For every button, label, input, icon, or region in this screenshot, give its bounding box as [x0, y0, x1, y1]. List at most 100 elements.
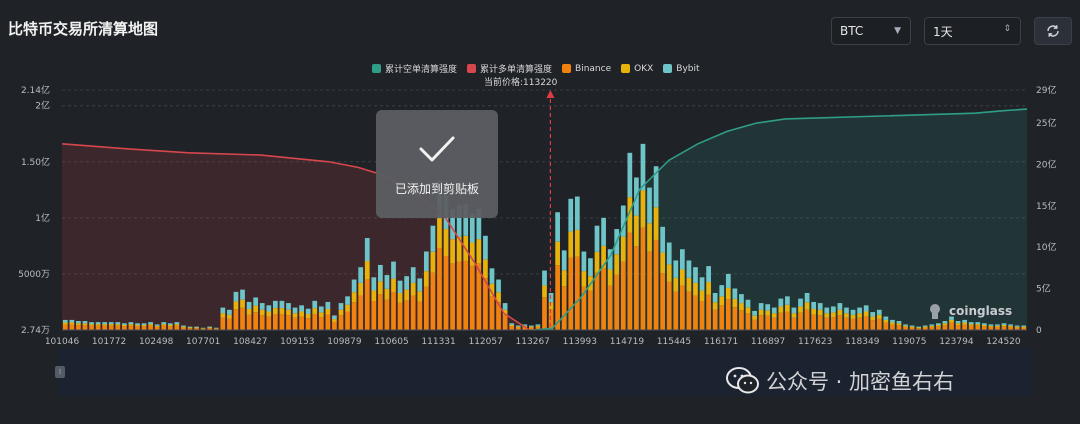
bar-binance — [765, 315, 771, 330]
bar-okx — [811, 308, 817, 315]
bar-bybit — [351, 279, 357, 293]
bar-okx — [213, 328, 219, 329]
bar-binance — [693, 295, 698, 330]
bar-binance — [89, 325, 94, 330]
bar-binance — [850, 318, 856, 330]
x-tick-label: 113267 — [516, 337, 550, 347]
bar-binance — [286, 315, 291, 330]
bar-binance — [607, 285, 613, 330]
bar-okx — [844, 313, 849, 318]
short-cumulative-area — [533, 109, 1027, 330]
bar-bybit — [95, 322, 101, 325]
page-title: 比特币交易所清算地图 — [8, 20, 159, 38]
bar-okx — [246, 308, 252, 315]
x-tick-label: 107701 — [186, 337, 220, 347]
bar-binance — [876, 318, 882, 330]
bar-okx — [325, 308, 331, 315]
refresh-button[interactable] — [1034, 17, 1072, 45]
bar-okx — [975, 324, 981, 326]
bar-okx — [194, 327, 199, 329]
bar-binance — [509, 326, 515, 330]
bar-binance — [463, 260, 469, 330]
bar-bybit — [725, 273, 731, 288]
bar-okx — [299, 311, 304, 317]
bar-bybit — [752, 310, 757, 316]
bar-okx — [430, 251, 436, 273]
bar-okx — [981, 324, 987, 327]
bar-bybit — [988, 324, 994, 326]
x-tick-label: 101772 — [92, 337, 126, 347]
bar-binance — [456, 261, 462, 330]
bar-bybit — [292, 307, 298, 314]
bar-binance — [640, 227, 646, 330]
bar-okx — [890, 322, 895, 325]
bar-binance — [634, 246, 639, 330]
bar-okx — [896, 323, 902, 326]
bar-okx — [187, 327, 193, 329]
x-tick-label: 116171 — [704, 337, 738, 347]
bar-okx — [483, 259, 488, 279]
bar-okx — [332, 319, 337, 322]
bar-bybit — [76, 321, 81, 324]
bar-okx — [1008, 325, 1013, 327]
bar-bybit — [259, 303, 265, 310]
bar-binance — [483, 278, 488, 330]
bar-okx — [542, 285, 547, 298]
watermark-text: 公众号 · 加密鱼右右 — [766, 370, 955, 394]
logo-text: coinglass — [949, 304, 1013, 318]
bar-bybit — [89, 322, 94, 325]
bar-binance — [574, 256, 580, 330]
bar-okx — [712, 302, 718, 310]
bar-bybit — [62, 319, 68, 323]
bar-binance — [542, 297, 547, 330]
bar-okx — [568, 231, 574, 258]
bar-binance — [955, 325, 961, 330]
bar-binance — [371, 301, 377, 330]
bar-binance — [594, 272, 600, 330]
coin-select-value: BTC — [840, 24, 864, 38]
bar-okx — [154, 325, 160, 327]
bar-binance — [568, 257, 574, 330]
bar-bybit — [817, 303, 823, 310]
bar-binance — [82, 325, 88, 330]
bar-binance — [798, 312, 803, 330]
bar-binance — [417, 301, 423, 330]
bar-okx — [686, 277, 692, 292]
bar-okx — [725, 287, 731, 300]
bar-bybit — [712, 292, 718, 303]
bar-binance — [686, 291, 692, 330]
bar-okx — [286, 309, 291, 316]
bar-okx — [82, 323, 88, 326]
bar-okx — [785, 304, 790, 312]
bar-binance — [220, 317, 226, 330]
bar-okx — [863, 311, 869, 317]
bar-binance — [725, 299, 731, 330]
x-tick-label: 118349 — [845, 337, 880, 347]
bar-binance — [739, 310, 744, 330]
bar-binance — [332, 321, 337, 330]
bar-binance — [830, 317, 836, 330]
bar-okx — [69, 322, 75, 325]
bar-bybit — [509, 323, 515, 325]
bar-bybit — [417, 278, 423, 292]
bar-binance — [614, 274, 620, 330]
bar-bybit — [69, 319, 75, 323]
bar-binance — [450, 263, 455, 330]
bar-bybit — [1008, 324, 1013, 326]
current-price-arrow — [546, 90, 555, 98]
bar-okx — [594, 251, 600, 273]
bar-okx — [732, 298, 738, 308]
bar-bybit — [515, 325, 521, 327]
bar-okx — [122, 324, 127, 327]
bar-bybit — [850, 309, 856, 315]
bar-binance — [601, 268, 606, 330]
bar-binance — [758, 315, 764, 330]
range-handle[interactable]: ⁞ — [55, 366, 65, 378]
bar-binance — [246, 314, 252, 330]
period-select[interactable]: 1天 ⇕ — [924, 17, 1021, 45]
bar-bybit — [870, 312, 876, 317]
bar-okx — [345, 304, 350, 312]
bar-okx — [739, 303, 744, 311]
coin-select[interactable]: BTC ▼ — [831, 17, 911, 45]
bar-bybit — [148, 322, 153, 325]
